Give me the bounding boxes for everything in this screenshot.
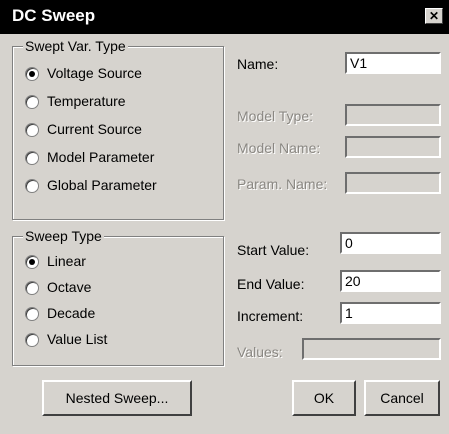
radio-temperature-circle[interactable] — [25, 95, 39, 109]
radio-decade-label: Decade — [47, 305, 96, 321]
name-input[interactable]: V1 — [345, 52, 441, 74]
radio-octave-circle[interactable] — [25, 281, 39, 295]
model-name-label: Model Name: — [237, 140, 321, 156]
param-name-input — [345, 172, 441, 194]
radio-octave-label: Octave — [47, 279, 92, 295]
ok-button[interactable]: OK — [292, 380, 356, 416]
radio-model-parameter-circle[interactable] — [25, 151, 39, 165]
sweep-type-group: Sweep Type Linear Octave Decade Value Li… — [12, 228, 224, 366]
dialog-body: Swept Var. Type Voltage Source Temperatu… — [2, 34, 445, 432]
radio-value-list-label: Value List — [47, 331, 108, 347]
model-type-label: Model Type: — [237, 108, 314, 124]
radio-voltage-source-label: Voltage Source — [47, 65, 142, 81]
end-value-label: End Value: — [237, 276, 305, 292]
param-name-label: Param. Name: — [237, 176, 328, 192]
close-icon: ✕ — [428, 9, 440, 23]
values-input — [302, 338, 441, 360]
start-value-input[interactable]: 0 — [340, 232, 441, 254]
cancel-button[interactable]: Cancel — [364, 380, 440, 416]
radio-voltage-source-circle[interactable] — [25, 67, 39, 81]
radio-current-source-circle[interactable] — [25, 123, 39, 137]
radio-decade-circle[interactable] — [25, 307, 39, 321]
values-label: Values: — [237, 344, 283, 360]
model-type-input — [345, 104, 441, 126]
increment-input[interactable]: 1 — [340, 302, 441, 324]
radio-global-parameter-circle[interactable] — [25, 179, 39, 193]
window-title: DC Sweep — [12, 6, 96, 25]
radio-global-parameter-label: Global Parameter — [47, 177, 157, 193]
radio-model-parameter-label: Model Parameter — [47, 149, 155, 165]
end-value-input[interactable]: 20 — [340, 270, 441, 292]
swept-var-type-label: Swept Var. Type — [23, 38, 128, 54]
close-button[interactable]: ✕ — [425, 8, 443, 24]
model-name-input — [345, 136, 441, 158]
radio-linear-label: Linear — [47, 253, 86, 269]
nested-sweep-button[interactable]: Nested Sweep... — [42, 380, 192, 416]
increment-label: Increment: — [237, 308, 304, 324]
name-label: Name: — [237, 56, 279, 72]
sweep-type-label: Sweep Type — [23, 228, 104, 244]
title-bar: DC Sweep ✕ — [0, 0, 449, 34]
radio-linear-circle[interactable] — [25, 255, 39, 269]
radio-temperature-label: Temperature — [47, 93, 126, 109]
radio-current-source-label: Current Source — [47, 121, 142, 137]
swept-var-type-group: Swept Var. Type Voltage Source Temperatu… — [12, 38, 224, 220]
start-value-label: Start Value: — [237, 242, 310, 258]
radio-value-list-circle[interactable] — [25, 333, 39, 347]
